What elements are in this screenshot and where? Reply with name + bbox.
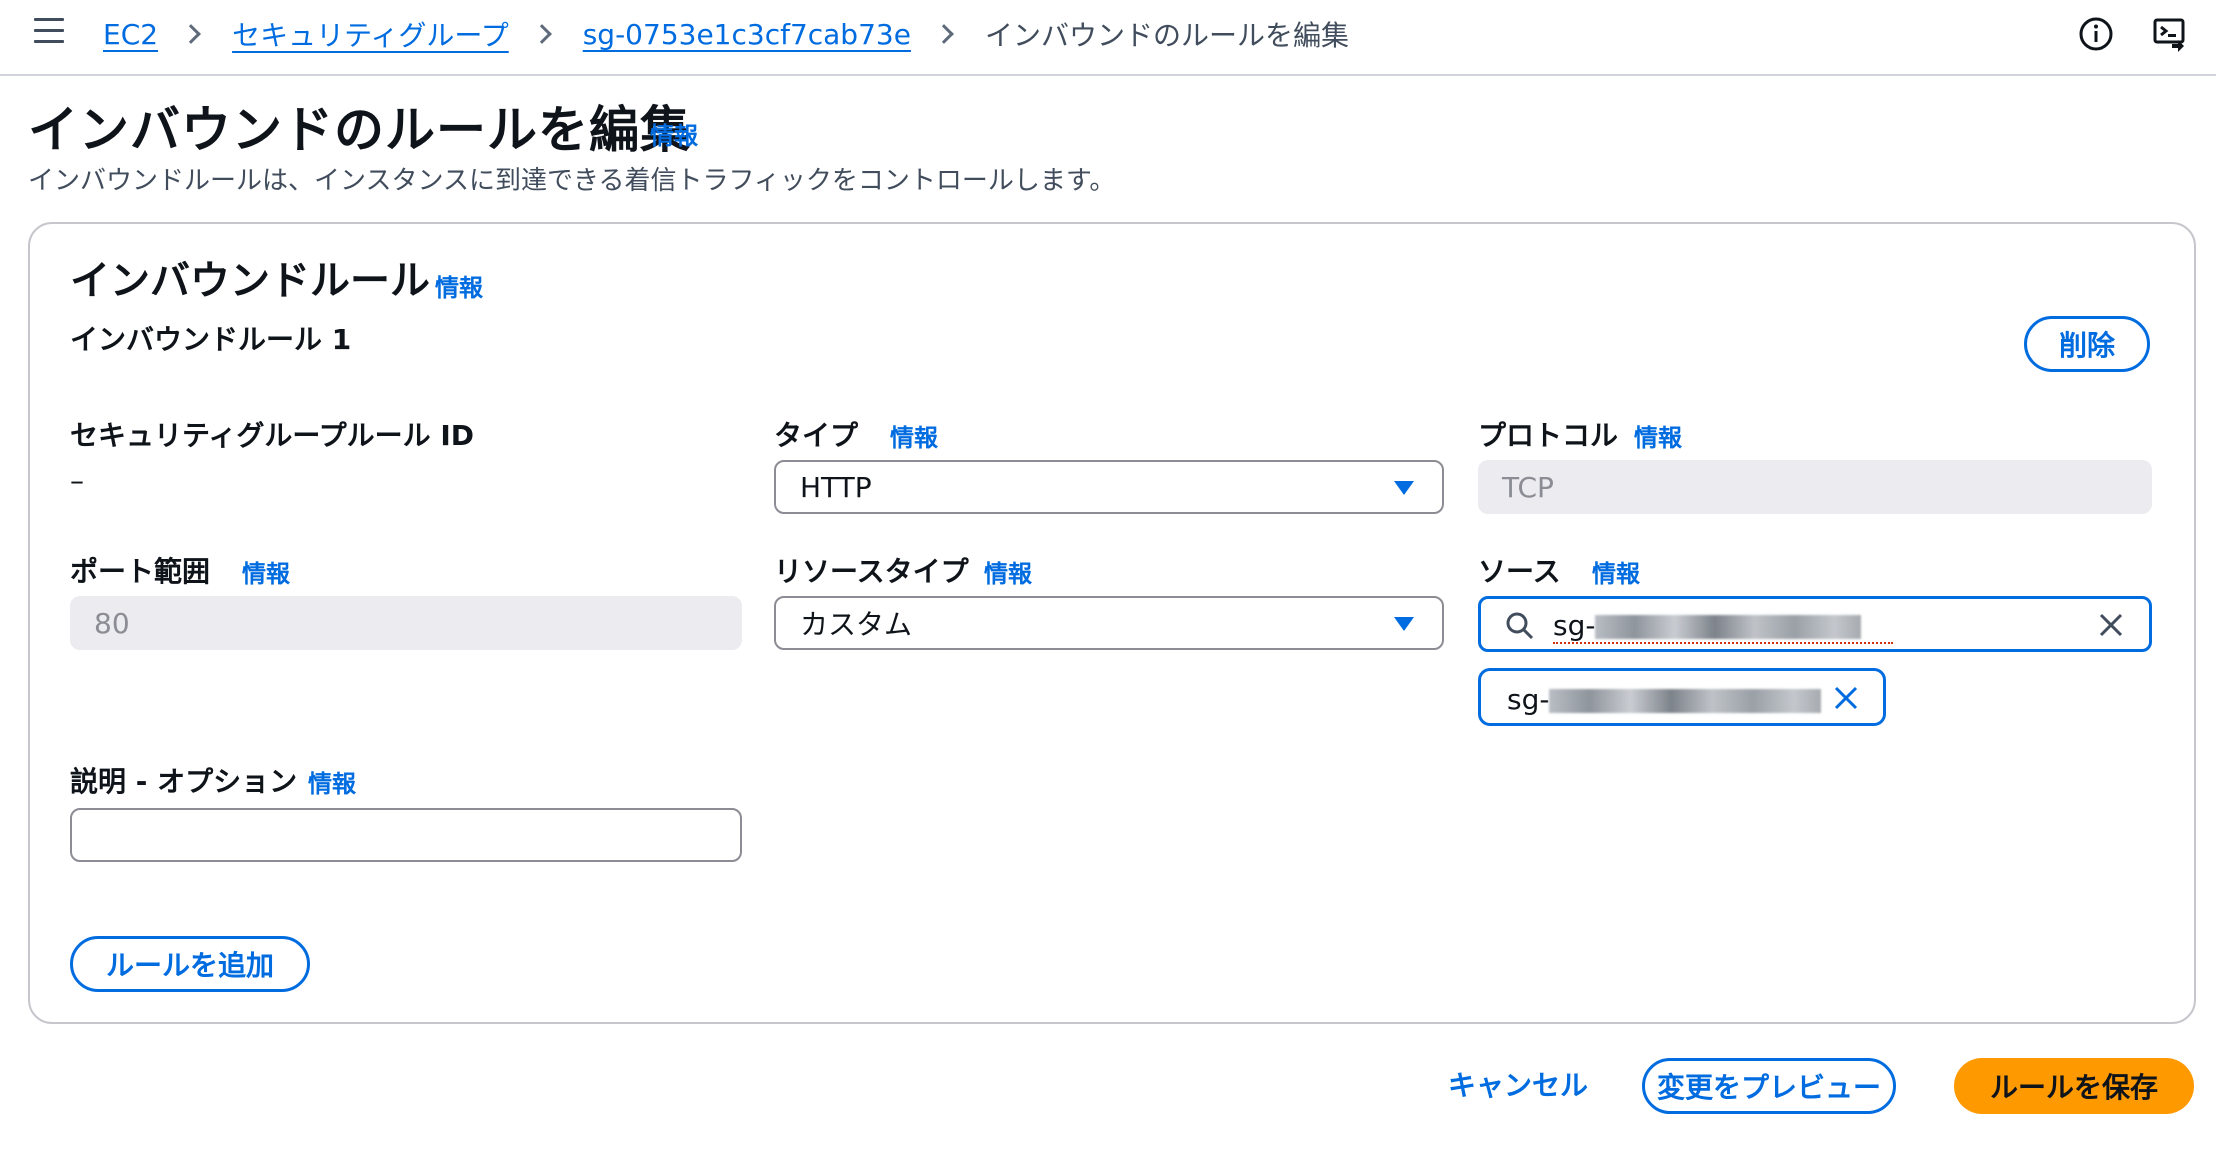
port-range-field: 80	[70, 596, 742, 650]
port-range-info-link[interactable]: 情報	[242, 554, 290, 589]
breadcrumb-security-groups[interactable]: セキュリティグループ	[232, 14, 509, 54]
page-description: インバウンドルールは、インスタンスに到達できる着信トラフィックをコントロールしま…	[28, 166, 1116, 196]
caret-down-icon	[1394, 617, 1414, 631]
protocol-field: TCP	[1478, 460, 2152, 514]
chevron-right-icon	[531, 24, 552, 44]
caret-down-icon	[1394, 481, 1414, 495]
port-range-value: 80	[94, 606, 130, 640]
breadcrumb-current: インバウンドのルールを編集	[984, 19, 1349, 52]
spellcheck-underline	[1553, 642, 1893, 644]
preview-changes-button[interactable]: 変更をプレビュー	[1642, 1058, 1896, 1114]
description-input[interactable]	[70, 808, 742, 862]
description-label: 説明 - オプション	[70, 765, 298, 798]
delete-button[interactable]: 削除	[2024, 316, 2150, 372]
close-icon[interactable]	[2097, 611, 2125, 639]
source-token: sg-	[1478, 668, 1886, 726]
rule-title: インバウンドルール 1	[70, 323, 352, 356]
add-rule-button[interactable]: ルールを追加	[70, 936, 310, 992]
redacted-block	[1595, 615, 1862, 639]
protocol-value: TCP	[1502, 470, 1554, 504]
cancel-button[interactable]: キャンセル	[1448, 1064, 1588, 1104]
menu-icon[interactable]	[34, 18, 64, 44]
resource-type-info-link[interactable]: 情報	[984, 554, 1032, 589]
breadcrumb: EC2 セキュリティグループ sg-0753e1c3cf7cab73e インバウ…	[103, 12, 1349, 56]
panel-title: インバウンドルール	[70, 258, 430, 304]
protocol-label: プロトコル	[1478, 419, 1619, 452]
panel-info-link[interactable]: 情報	[435, 268, 483, 303]
info-circle-icon[interactable]	[2076, 14, 2116, 54]
port-range-label: ポート範囲	[70, 555, 211, 588]
source-label: ソース	[1478, 555, 1561, 588]
search-icon	[1506, 612, 1534, 640]
type-select[interactable]: HTTP	[774, 460, 1444, 514]
source-token-prefix: sg-	[1507, 683, 1550, 716]
type-label: タイプ	[774, 419, 859, 452]
type-select-value: HTTP	[800, 470, 872, 504]
save-rules-button[interactable]: ルールを保存	[1954, 1058, 2194, 1114]
cloudshell-icon[interactable]	[2150, 14, 2190, 54]
page-info-link[interactable]: 情報	[650, 116, 698, 151]
source-token-text: sg-	[1507, 683, 1822, 716]
source-search-prefix: sg-	[1553, 609, 1596, 642]
redacted-block	[1549, 689, 1822, 713]
chevron-right-icon	[934, 24, 954, 44]
type-info-link[interactable]: 情報	[890, 418, 938, 453]
source-search-input[interactable]: sg-	[1478, 596, 2152, 652]
protocol-info-link[interactable]: 情報	[1634, 418, 1682, 453]
description-info-link[interactable]: 情報	[308, 764, 356, 799]
resource-type-label: リソースタイプ	[774, 555, 969, 588]
resource-type-select[interactable]: カスタム	[774, 596, 1444, 650]
resource-type-select-value: カスタム	[800, 608, 913, 641]
chevron-right-icon	[181, 24, 201, 44]
top-navigation-bar: EC2 セキュリティグループ sg-0753e1c3cf7cab73e インバウ…	[0, 0, 2216, 76]
page-title: インバウンドのルールを編集	[28, 101, 691, 159]
remove-token-icon[interactable]	[1833, 685, 1859, 711]
breadcrumb-ec2[interactable]: EC2	[103, 18, 158, 51]
source-info-link[interactable]: 情報	[1592, 554, 1640, 589]
source-search-text: sg-	[1553, 609, 1862, 642]
sg-rule-id-label: セキュリティグループルール ID	[70, 419, 475, 452]
sg-rule-id-value: –	[70, 464, 84, 497]
breadcrumb-security-group-id[interactable]: sg-0753e1c3cf7cab73e	[583, 18, 911, 51]
